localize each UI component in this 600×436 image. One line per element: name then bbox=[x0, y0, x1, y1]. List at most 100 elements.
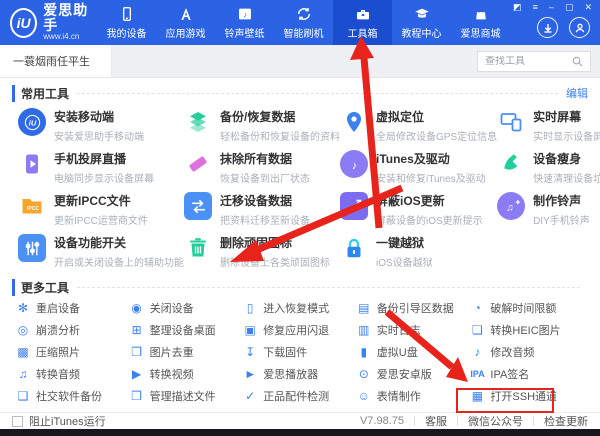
edit-link[interactable]: 编辑 bbox=[566, 85, 588, 101]
pin-icon bbox=[340, 108, 368, 136]
tool-link-label: 管理描述文件 bbox=[150, 388, 216, 404]
tool-card[interactable]: iU安装移动端安装爱思助手移动端 bbox=[18, 105, 184, 147]
tool-link[interactable]: ❐图片去重 bbox=[130, 341, 244, 363]
nav-item-label: 应用游戏 bbox=[166, 25, 206, 40]
tool-card[interactable]: 设备功能开关开启或关闭设备上的辅助功能 bbox=[18, 231, 184, 273]
i4-logo-icon: iU bbox=[18, 108, 46, 136]
tool-link[interactable]: ❏转换HEIC图片 bbox=[470, 319, 584, 341]
tool-link-label: 破解时间限额 bbox=[490, 300, 556, 316]
tool-link[interactable]: ⊞整理设备桌面 bbox=[130, 319, 244, 341]
tool-link[interactable]: ♫转换音频 bbox=[16, 363, 130, 385]
statusbar-link-2[interactable]: 检查更新 bbox=[544, 413, 588, 429]
tool-link[interactable]: ◉关闭设备 bbox=[130, 297, 244, 319]
ipa-sign-icon: IPA bbox=[470, 370, 484, 379]
statusbar-link-1[interactable]: 微信公众号 bbox=[468, 413, 523, 429]
statusbar-link-0[interactable]: 客服 bbox=[425, 413, 447, 429]
maximize-icon[interactable]: ▢ bbox=[565, 3, 574, 12]
tool-link[interactable]: ▶ 转换视频 bbox=[130, 363, 244, 385]
minimize-icon[interactable]: – bbox=[549, 3, 554, 12]
common-tools-header: 常用工具 编辑 bbox=[12, 84, 588, 102]
tool-card[interactable]: 抹除所有数据恢复设备到出厂状态 bbox=[184, 147, 340, 189]
video-convert-icon: ▶ bbox=[130, 368, 144, 380]
tool-link[interactable]: ✓正品配件检测 bbox=[243, 385, 357, 407]
tool-card[interactable]: 迁移设备数据把资料迁移至新设备 bbox=[184, 189, 340, 231]
tool-subtitle: 安装和修复iTunes及驱动 bbox=[376, 170, 486, 185]
tool-link[interactable]: ▮虚拟U盘 bbox=[357, 341, 471, 363]
tool-card[interactable]: 一键越狱iOS设备越狱 bbox=[340, 231, 497, 273]
tool-title: 备份/恢复数据 bbox=[220, 108, 340, 125]
svg-text:♫: ♫ bbox=[506, 202, 513, 213]
nav-item-2[interactable]: ♪铃声壁纸 bbox=[215, 0, 274, 45]
nav-item-3[interactable]: 智能刷机 bbox=[274, 0, 333, 45]
tool-card[interactable]: 虚拟定位全局修改设备GPS定位信息 bbox=[340, 105, 497, 147]
nav-item-1[interactable]: 应用游戏 bbox=[156, 0, 215, 45]
tool-link[interactable]: ▦ 打开SSH通道 bbox=[470, 385, 584, 407]
tool-title: 更新IPCC文件 bbox=[54, 192, 148, 209]
tool-link[interactable]: ♪修改音频 bbox=[470, 341, 584, 363]
tool-card[interactable]: 屏蔽iOS更新屏蔽设备的iOS更新提示 bbox=[340, 189, 497, 231]
android-icon: ⊙ bbox=[357, 368, 371, 380]
tool-title: iTunes及驱动 bbox=[376, 150, 486, 167]
virtual-disk-icon: ▮ bbox=[357, 346, 371, 358]
boot-backup-icon: ▤ bbox=[357, 302, 371, 314]
tool-title: 实时屏幕 bbox=[533, 108, 600, 125]
nav-item-5[interactable]: 教程中心 bbox=[392, 0, 451, 45]
tool-link[interactable]: ▣修复应用闪退 bbox=[243, 319, 357, 341]
tool-search-box[interactable] bbox=[477, 51, 591, 72]
tool-subtitle: 删除设备上各类顽固图标 bbox=[220, 254, 330, 269]
block-update-icon bbox=[340, 192, 368, 220]
device-tab[interactable]: 一蓑烟雨任平生 bbox=[0, 45, 112, 77]
theme-icon[interactable]: ◩ bbox=[513, 3, 522, 12]
tool-link[interactable]: ▩压缩照片 bbox=[16, 341, 130, 363]
tool-card[interactable]: IPCC更新IPCC文件更新IPCC运营商文件 bbox=[18, 189, 184, 231]
nav-item-0[interactable]: 我的设备 bbox=[97, 0, 156, 45]
switches-icon bbox=[18, 234, 46, 262]
tool-link[interactable]: ▥实时日志 bbox=[357, 319, 471, 341]
tool-link[interactable]: ◎崩溃分析 bbox=[16, 319, 130, 341]
social-backup-icon: ❑ bbox=[16, 390, 30, 402]
nav-item-label: 教程中心 bbox=[402, 25, 442, 40]
ssh-icon: ▦ bbox=[470, 390, 484, 402]
tool-card[interactable]: 删除顽固图标删除设备上各类顽固图标 bbox=[184, 231, 340, 273]
search-input[interactable] bbox=[485, 56, 572, 67]
appstore-icon bbox=[178, 6, 194, 22]
nav-item-6[interactable]: 爱思商城 bbox=[451, 0, 510, 45]
log-icon: ▥ bbox=[357, 324, 371, 336]
tool-link[interactable]: ↧下载固件 bbox=[243, 341, 357, 363]
desktop-arrange-icon: ⊞ bbox=[130, 324, 144, 336]
firmware-download-icon: ↧ bbox=[243, 346, 257, 358]
tool-link[interactable]: ☺表情制作 bbox=[357, 385, 471, 407]
tool-card[interactable]: ♫制作铃声DIY手机铃声 bbox=[497, 189, 600, 231]
tool-link[interactable]: IPAIPA签名 bbox=[470, 363, 584, 385]
tool-card[interactable]: ♪ iTunes及驱动安装和修复iTunes及驱动 bbox=[340, 147, 497, 189]
tool-link-label: 转换视频 bbox=[150, 366, 194, 382]
menu-icon[interactable]: ≡ bbox=[533, 3, 538, 12]
tool-link-label: 爱思播放器 bbox=[263, 366, 318, 382]
close-icon[interactable]: ✕ bbox=[584, 3, 592, 12]
section-title: 更多工具 bbox=[12, 279, 69, 296]
time-limit-icon: ◔ bbox=[470, 302, 484, 314]
tool-link[interactable]: ►爱思播放器 bbox=[243, 363, 357, 385]
tool-link-label: 打开SSH通道 bbox=[490, 388, 557, 404]
tool-card[interactable]: 手机投屏直播电脑同步显示设备屏幕 bbox=[18, 147, 184, 189]
tool-link[interactable]: ▤备份引导区数据 bbox=[357, 297, 471, 319]
tool-link[interactable]: ❒管理描述文件 bbox=[130, 385, 244, 407]
tool-card[interactable]: 实时屏幕实时显示设备屏幕的画面 bbox=[497, 105, 600, 147]
tool-link-label: 转换音频 bbox=[36, 366, 80, 382]
tool-card[interactable]: 设备瘦身快速清理设备垃圾文件 bbox=[497, 147, 600, 189]
tool-link[interactable]: ✻重启设备 bbox=[16, 297, 130, 319]
broom-icon bbox=[497, 150, 525, 178]
tool-link[interactable]: ❑社交软件备份 bbox=[16, 385, 130, 407]
nav-item-4[interactable]: 工具箱 bbox=[333, 0, 392, 45]
tool-link[interactable]: ◔ 破解时间限额 bbox=[470, 297, 584, 319]
accessory-check-icon: ✓ bbox=[243, 390, 257, 402]
user-circle-icon[interactable] bbox=[569, 17, 590, 38]
tool-link[interactable]: ▯进入恢复模式 bbox=[243, 297, 357, 319]
section-title: 常用工具 bbox=[12, 85, 69, 102]
tool-link[interactable]: ⊙爱思安卓版 bbox=[357, 363, 471, 385]
svg-text:♪: ♪ bbox=[351, 159, 357, 171]
crash-icon: ◎ bbox=[16, 324, 30, 336]
download-circle-icon[interactable] bbox=[537, 17, 558, 38]
tool-card[interactable]: 备份/恢复数据轻松备份和恢复设备的资料 bbox=[184, 105, 340, 147]
block-itunes-checkbox[interactable] bbox=[12, 416, 23, 427]
